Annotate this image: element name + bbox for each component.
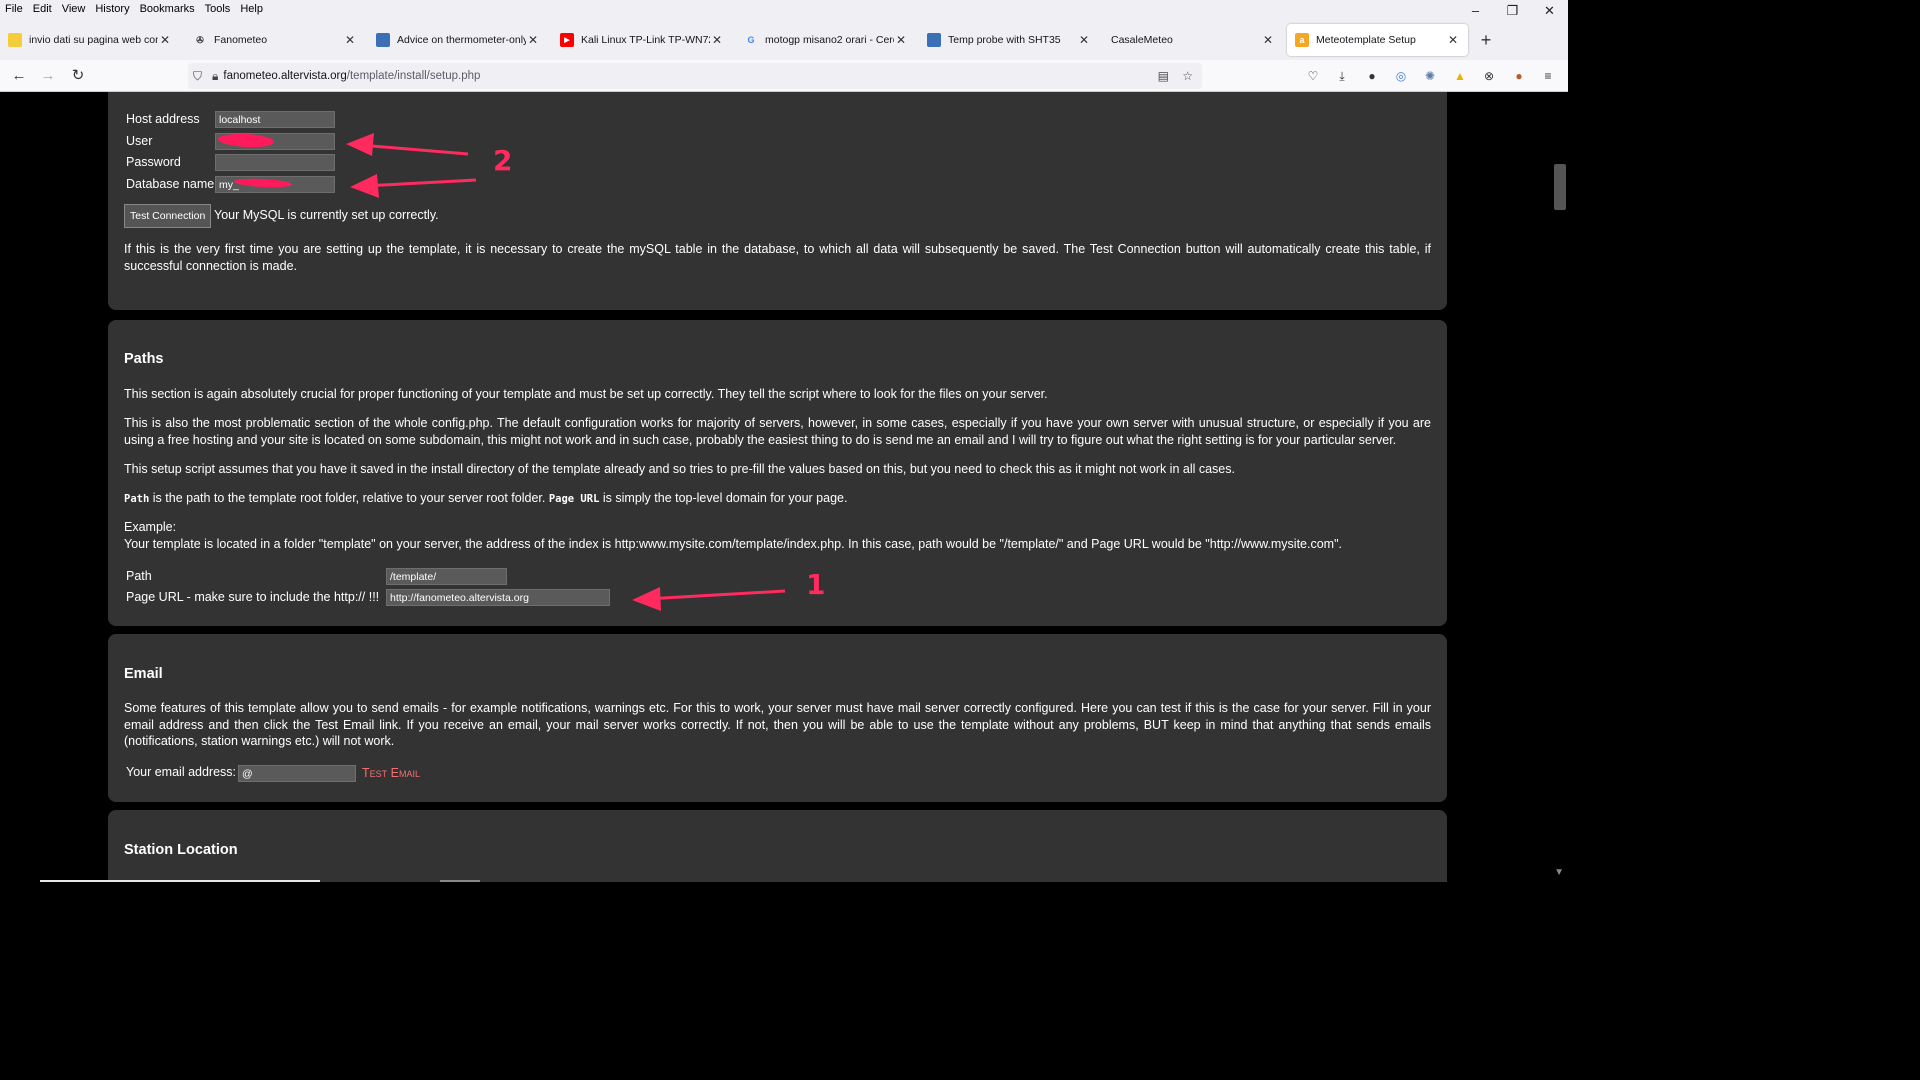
lock-icon[interactable]: 🔒︎ xyxy=(212,69,218,84)
close-icon[interactable]: ✕ xyxy=(1446,33,1460,47)
reader-view-icon[interactable]: ▤ xyxy=(1158,69,1169,83)
arrow-to-page-url-field xyxy=(632,587,786,611)
extension-globe-icon[interactable]: ✺ xyxy=(1422,68,1438,84)
tab-title: Advice on thermometer-only In xyxy=(397,34,526,46)
tab-kali-linux[interactable]: ▶ Kali Linux TP-Link TP-WN722N ✕ xyxy=(552,24,732,56)
arrow-to-database-name-field xyxy=(350,174,477,198)
profile-icon[interactable]: ● xyxy=(1511,68,1527,84)
page-content: Host address User Password Database name… xyxy=(0,92,1568,882)
hamburger-menu-icon[interactable]: ≡ xyxy=(1540,68,1556,84)
tab-title: motogp misano2 orari - Cerca c xyxy=(765,34,894,46)
tab-title: Temp probe with SHT35 xyxy=(948,34,1061,46)
extension-ring-icon[interactable]: ◎ xyxy=(1393,68,1409,84)
extension-f-icon[interactable]: ● xyxy=(1364,68,1380,84)
scroll-down-icon[interactable]: ▼ xyxy=(1554,867,1564,878)
tab-fanometeo[interactable]: ✇ Fanometeo ✕ xyxy=(185,24,365,56)
menu-file[interactable]: File xyxy=(0,3,28,15)
menu-help[interactable]: Help xyxy=(235,3,268,15)
new-tab-icon[interactable]: + xyxy=(1477,30,1495,50)
close-icon[interactable]: ✕ xyxy=(1261,33,1275,47)
tab-bar: invio dati su pagina web con ec ✕ ✇ Fano… xyxy=(0,18,1568,60)
navigation-bar: ← → ↻ ⛉ 🔒︎ fanometeo.altervista.org/temp… xyxy=(0,60,1568,92)
close-icon[interactable]: ✕ xyxy=(894,33,908,47)
youtube-icon: ▶ xyxy=(560,33,574,47)
pocket-icon[interactable]: ♡ xyxy=(1305,68,1321,84)
arrow-to-user-field xyxy=(346,133,469,156)
menu-edit[interactable]: Edit xyxy=(28,3,57,15)
annotation-arrows xyxy=(346,133,786,611)
close-icon[interactable]: ✕ xyxy=(1077,33,1091,47)
status-line xyxy=(40,880,320,882)
close-icon[interactable]: ✕ xyxy=(343,33,357,47)
extension-ball-icon[interactable]: ⊗ xyxy=(1481,68,1497,84)
tab-title: Fanometeo xyxy=(214,34,268,46)
tab-title: CasaleMeteo xyxy=(1111,34,1173,46)
bookmark-star-icon[interactable]: ☆ xyxy=(1182,69,1193,83)
tab-title: invio dati su pagina web con ec xyxy=(29,34,158,46)
tab-temp-probe[interactable]: Temp probe with SHT35 ✕ xyxy=(919,24,1099,56)
tab-invio-dati[interactable]: invio dati su pagina web con ec ✕ xyxy=(0,24,180,56)
forum-icon xyxy=(927,33,941,47)
reload-icon[interactable]: ↻ xyxy=(68,66,88,86)
tab-motogp[interactable]: G motogp misano2 orari - Cerca c ✕ xyxy=(736,24,916,56)
tab-title: Meteotemplate Setup xyxy=(1316,34,1416,46)
tab-meteotemplate-setup[interactable]: a Meteotemplate Setup ✕ xyxy=(1287,24,1468,56)
close-icon[interactable]: ✕ xyxy=(710,33,724,47)
extension-bell-icon[interactable]: ▲ xyxy=(1452,68,1468,84)
back-icon[interactable]: ← xyxy=(9,66,29,86)
fanometeo-icon: ✇ xyxy=(196,34,204,45)
tab-advice-thermometer[interactable]: Advice on thermometer-only In ✕ xyxy=(368,24,548,56)
menu-tools[interactable]: Tools xyxy=(200,3,236,15)
menu-bar: File Edit View History Bookmarks Tools H… xyxy=(0,0,1568,18)
annotation-number-2: 2 xyxy=(493,144,513,177)
download-icon[interactable]: ⤓ xyxy=(1334,68,1350,84)
forum-icon xyxy=(376,33,390,47)
menu-bookmarks[interactable]: Bookmarks xyxy=(135,3,200,15)
forward-icon[interactable]: → xyxy=(38,66,58,86)
status-line xyxy=(440,880,480,882)
tab-casalemeteo[interactable]: CasaleMeteo ✕ xyxy=(1103,24,1283,56)
meteotemplate-icon: a xyxy=(1295,33,1309,47)
google-icon: G xyxy=(747,35,755,45)
url-path: /template/install/setup.php xyxy=(346,70,481,82)
yellow-page-icon xyxy=(8,33,22,47)
menu-view[interactable]: View xyxy=(57,3,91,15)
annotation-number-1: 1 xyxy=(806,568,826,601)
menu-history[interactable]: History xyxy=(90,3,134,15)
tab-title: Kali Linux TP-Link TP-WN722N xyxy=(581,34,710,46)
close-icon[interactable]: ✕ xyxy=(158,33,172,47)
close-icon[interactable]: ✕ xyxy=(526,33,540,47)
url-host: fanometeo.altervista.org xyxy=(223,70,347,82)
shield-icon[interactable]: ⛉ xyxy=(193,69,202,84)
scrollbar-thumb[interactable] xyxy=(1554,164,1566,210)
address-bar[interactable]: ⛉ 🔒︎ fanometeo.altervista.org/template/i… xyxy=(188,63,1202,89)
